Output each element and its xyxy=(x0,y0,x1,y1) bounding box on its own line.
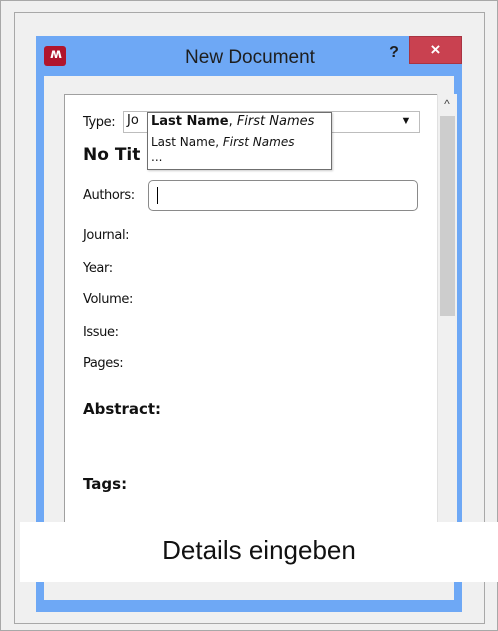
autocomplete-item[interactable]: Last Name, First Names xyxy=(151,135,294,149)
autocomplete-format-hint: Last Name, First Names xyxy=(151,114,314,129)
ac-item-first: First Names xyxy=(222,135,295,149)
autocomplete-more: ... xyxy=(151,150,163,164)
app-logo-icon: ʍ xyxy=(44,46,66,66)
document-title[interactable]: No Tit xyxy=(83,145,140,165)
volume-label: Volume: xyxy=(83,292,133,307)
window-border-bottom xyxy=(36,600,462,612)
journal-label: Journal: xyxy=(83,228,130,243)
pages-label: Pages: xyxy=(83,356,124,371)
ac-header-last: Last Name xyxy=(151,114,229,129)
scroll-thumb[interactable] xyxy=(440,116,455,316)
close-button[interactable]: × xyxy=(409,36,462,64)
scroll-up-icon[interactable]: ^ xyxy=(437,94,457,114)
ac-item-sep: , xyxy=(215,135,223,149)
ac-header-sep: , xyxy=(228,114,237,129)
issue-label: Issue: xyxy=(83,325,119,340)
tags-heading: Tags: xyxy=(83,475,128,493)
caption-overlay: Details eingeben xyxy=(20,522,498,582)
year-label: Year: xyxy=(83,261,113,276)
chevron-down-icon[interactable]: ▼ xyxy=(398,112,414,130)
text-caret xyxy=(157,187,158,204)
close-icon: × xyxy=(430,40,441,59)
authors-input[interactable] xyxy=(148,180,418,211)
logo-glyph: ʍ xyxy=(49,47,62,62)
ac-header-first: First Names xyxy=(236,114,315,129)
help-button[interactable]: ? xyxy=(380,38,408,68)
caption-text: Details eingeben xyxy=(162,535,356,565)
window-title: New Document xyxy=(185,47,315,68)
authors-label: Authors: xyxy=(83,188,135,203)
type-label: Type: xyxy=(83,115,116,130)
abstract-heading: Abstract: xyxy=(83,400,162,418)
type-value: Jo xyxy=(127,113,139,128)
ac-item-last: Last Name xyxy=(151,135,216,149)
